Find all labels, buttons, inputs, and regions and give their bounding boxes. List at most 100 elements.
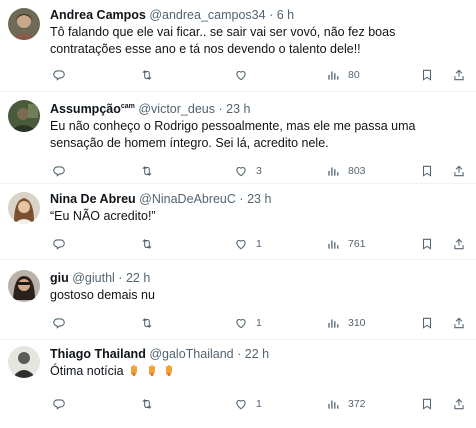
- like-button[interactable]: 3: [234, 163, 262, 179]
- views-button[interactable]: 803: [326, 163, 366, 179]
- like-button[interactable]: [234, 67, 256, 83]
- avatar[interactable]: [8, 346, 40, 378]
- retweet-icon: [142, 239, 152, 249]
- bookmark-icon: [422, 69, 432, 81]
- retweet-icon: [142, 318, 152, 328]
- views-icon: [328, 240, 339, 249]
- retweet-button[interactable]: [140, 396, 162, 412]
- avatar[interactable]: [8, 270, 40, 302]
- views-icon: [328, 71, 339, 80]
- tweet[interactable]: Nina De Abreu @NinaDeAbreuC · 23 h “Eu N…: [0, 184, 476, 260]
- reply-icon: [53, 166, 65, 177]
- share-icon: [454, 398, 464, 410]
- views-button[interactable]: 80: [326, 67, 360, 83]
- tweet-body: Andrea Campos @andrea_campos34 · 6 h Tô …: [50, 7, 468, 58]
- tweet[interactable]: giu @giuthl · 22 h gostoso demais nu 1 3…: [0, 260, 476, 340]
- views-button[interactable]: 372: [326, 396, 366, 412]
- tweet-body: Thiago Thailand @galoThailand · 22 h Óti…: [50, 346, 468, 380]
- display-name[interactable]: Assumpção: [50, 102, 121, 116]
- share-button[interactable]: [452, 236, 466, 252]
- views-icon: [328, 319, 339, 328]
- retweet-icon: [142, 70, 152, 80]
- tweet-text: Tô falando que ele vai ficar.. se sair v…: [50, 25, 396, 56]
- views-icon: [328, 167, 339, 176]
- views-button[interactable]: 310: [326, 315, 366, 331]
- user-handle[interactable]: @andrea_campos34: [149, 8, 265, 22]
- like-count: 3: [256, 165, 262, 177]
- like-icon: [236, 167, 246, 177]
- bookmark-icon: [422, 238, 432, 250]
- reply-button[interactable]: [52, 67, 74, 83]
- retweet-icon: [142, 166, 152, 176]
- reply-button[interactable]: [52, 396, 74, 412]
- bookmark-button[interactable]: [420, 315, 434, 331]
- like-button[interactable]: 1: [234, 236, 262, 252]
- like-icon: [236, 71, 246, 81]
- timestamp[interactable]: 22 h: [126, 271, 150, 285]
- separator-dot: ·: [239, 192, 244, 206]
- share-icon: [454, 317, 464, 329]
- view-count: 761: [348, 238, 366, 250]
- share-button[interactable]: [452, 315, 466, 331]
- like-button[interactable]: 1: [234, 315, 262, 331]
- name-superscript: cam: [120, 103, 135, 110]
- bookmark-button[interactable]: [420, 67, 434, 83]
- action-bar: 3 803: [50, 163, 468, 179]
- tweet-text-content: Ótima notícia: [50, 364, 124, 378]
- tweet-text: gostoso demais nu: [50, 288, 155, 302]
- views-button[interactable]: 761: [326, 236, 366, 252]
- reply-button[interactable]: [52, 236, 74, 252]
- like-icon: [236, 319, 246, 329]
- like-count: 1: [256, 398, 262, 410]
- user-handle[interactable]: @giuthl: [72, 271, 115, 285]
- reply-icon: [53, 239, 65, 250]
- user-handle[interactable]: @victor_deus: [138, 102, 215, 116]
- avatar[interactable]: [8, 100, 40, 132]
- share-button[interactable]: [452, 67, 466, 83]
- tweet-header: Andrea Campos @andrea_campos34 · 6 h: [50, 7, 468, 23]
- timestamp[interactable]: 23 h: [247, 192, 271, 206]
- display-name[interactable]: Andrea Campos: [50, 8, 146, 22]
- view-count: 803: [348, 165, 366, 177]
- reply-button[interactable]: [52, 315, 74, 331]
- tweet[interactable]: Assumpçãocam @victor_deus · 23 h Eu não …: [0, 92, 476, 184]
- tweet-text: Ótima notícia: [50, 363, 468, 380]
- share-button[interactable]: [452, 396, 466, 412]
- retweet-button[interactable]: [140, 163, 162, 179]
- retweet-button[interactable]: [140, 236, 162, 252]
- bookmark-button[interactable]: [420, 236, 434, 252]
- bookmark-button[interactable]: [420, 396, 434, 412]
- like-count: 1: [256, 317, 262, 329]
- timestamp[interactable]: 23 h: [226, 102, 250, 116]
- bookmark-icon: [422, 317, 432, 329]
- display-name[interactable]: giu: [50, 271, 69, 285]
- tweet-header: Thiago Thailand @galoThailand · 22 h: [50, 346, 468, 362]
- share-icon: [454, 69, 464, 81]
- like-button[interactable]: 1: [234, 396, 262, 412]
- share-icon: [454, 238, 464, 250]
- tweet[interactable]: Andrea Campos @andrea_campos34 · 6 h Tô …: [0, 0, 476, 92]
- user-handle[interactable]: @NinaDeAbreuC: [139, 192, 236, 206]
- reply-icon: [53, 399, 65, 410]
- retweet-button[interactable]: [140, 67, 162, 83]
- separator-dot: ·: [118, 271, 123, 285]
- tweet-body: Assumpçãocam @victor_deus · 23 h Eu não …: [50, 99, 468, 152]
- raised-hand-emoji: [131, 365, 138, 376]
- timestamp[interactable]: 22 h: [245, 347, 269, 361]
- reply-button[interactable]: [52, 163, 74, 179]
- avatar[interactable]: [8, 192, 40, 224]
- share-button[interactable]: [452, 163, 466, 179]
- display-name[interactable]: Thiago Thailand: [50, 347, 146, 361]
- display-name[interactable]: Nina De Abreu: [50, 192, 136, 206]
- tweet[interactable]: Thiago Thailand @galoThailand · 22 h Óti…: [0, 340, 476, 428]
- raised-hand-emoji: [148, 365, 155, 376]
- separator-dot: ·: [269, 8, 274, 22]
- tweet-text: “Eu NÃO acredito!”: [50, 209, 156, 223]
- avatar[interactable]: [8, 8, 40, 40]
- like-icon: [236, 400, 246, 410]
- views-icon: [328, 400, 339, 409]
- bookmark-button[interactable]: [420, 163, 434, 179]
- user-handle[interactable]: @galoThailand: [149, 347, 233, 361]
- timestamp[interactable]: 6 h: [277, 8, 294, 22]
- retweet-button[interactable]: [140, 315, 162, 331]
